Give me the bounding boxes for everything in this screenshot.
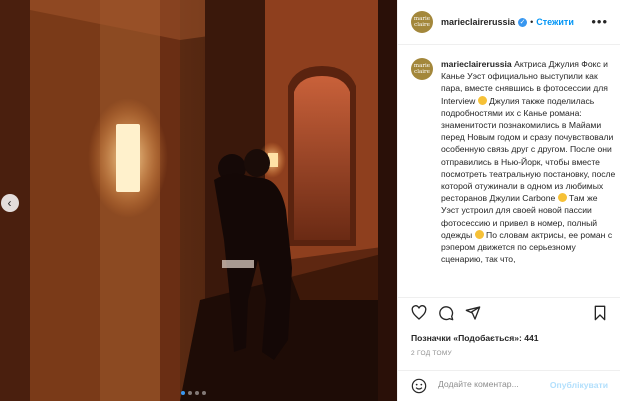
post-timestamp[interactable]: 2 ГОД ТОМУ [411, 350, 452, 357]
carousel-dot [195, 391, 199, 395]
avatar-text: claire [414, 22, 430, 28]
post-photo[interactable]: ‹ [0, 0, 397, 401]
action-bar [398, 297, 620, 328]
comment-bar: Опублікувати [398, 370, 620, 401]
avatar-text: claire [414, 69, 430, 75]
grin-emoji-icon [474, 229, 484, 239]
photo-illustration [0, 0, 397, 401]
heart-icon[interactable] [411, 305, 427, 321]
carousel-indicator [181, 391, 206, 395]
separator-dot: • [530, 17, 534, 27]
likes-count[interactable]: Позначки «Подобається»: 441 [411, 333, 539, 343]
username-link[interactable]: marieclairerussia [441, 17, 515, 27]
publish-button[interactable]: Опублікувати [550, 380, 608, 390]
carousel-dot [188, 391, 192, 395]
avatar[interactable]: marie claire [411, 11, 433, 33]
post-side-panel: marie claire marieclairerussia ✓ • Стежи… [397, 0, 620, 401]
avatar[interactable]: marie claire [411, 58, 433, 80]
smirk-emoji-icon [557, 193, 567, 203]
more-icon[interactable]: ••• [591, 14, 608, 29]
carousel-dot [181, 391, 185, 395]
comment-input[interactable] [438, 379, 568, 389]
post-caption: marie claire marieclairerussia Актриса Д… [411, 58, 616, 298]
follow-button[interactable]: Стежити [536, 17, 574, 27]
post-header: marie claire marieclairerussia ✓ • Стежи… [398, 0, 620, 45]
smile-icon[interactable] [411, 378, 427, 394]
verified-icon: ✓ [518, 17, 528, 27]
carousel-dot [202, 391, 206, 395]
caption-text: marieclairerussia Актриса Джулия Фокс и … [441, 58, 616, 298]
smirk-emoji-icon [477, 95, 487, 105]
caption-username[interactable]: marieclairerussia [441, 59, 512, 69]
share-icon[interactable] [465, 305, 481, 321]
instagram-post-view: ‹ marie claire marieclairerussia ✓ • Сте… [0, 0, 620, 401]
bookmark-icon[interactable] [592, 305, 608, 321]
carousel-prev-button[interactable]: ‹ [1, 194, 19, 212]
chevron-left-icon: ‹ [7, 196, 12, 210]
comment-icon[interactable] [438, 305, 454, 321]
caption-part: Джулия также поделилась подробностями их… [441, 95, 616, 204]
